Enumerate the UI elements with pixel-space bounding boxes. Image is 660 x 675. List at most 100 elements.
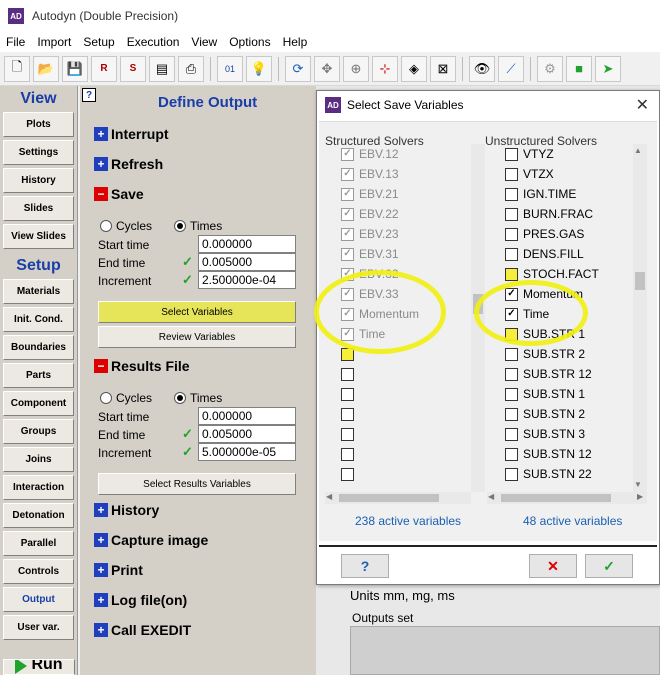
checkbox[interactable] — [505, 207, 518, 221]
scroll-up-icon[interactable]: ▲ — [634, 146, 642, 155]
structured-item[interactable] — [337, 424, 471, 444]
scroll-down-icon[interactable]: ▼ — [634, 480, 642, 489]
print-icon[interactable]: ⎙ — [178, 55, 204, 82]
structured-item[interactable]: ✓ EBV.12 — [337, 144, 471, 164]
section-save[interactable]: − Save — [94, 186, 144, 202]
checkbox[interactable] — [341, 347, 354, 361]
arrow-icon[interactable]: ➤ — [595, 55, 621, 82]
checkbox[interactable] — [505, 367, 518, 381]
checkbox[interactable]: ✓ — [341, 187, 354, 201]
save-start-time-field[interactable]: 0.000000 — [198, 235, 296, 253]
unstructured-item[interactable]: SUB.STN 2 — [501, 404, 633, 424]
section-results-file[interactable]: − Results File — [94, 358, 190, 374]
checkbox[interactable]: ✓ — [505, 307, 518, 321]
unstructured-item[interactable]: SUB.STN 12 — [501, 444, 633, 464]
checkbox[interactable] — [505, 407, 518, 421]
unstructured-item[interactable]: ✓ Momentum — [501, 284, 633, 304]
structured-item[interactable]: ✓ EBV.22 — [337, 204, 471, 224]
unstructured-item[interactable]: STOCH.FACT — [501, 264, 633, 284]
checkbox[interactable] — [505, 147, 518, 161]
dialog-help-button[interactable]: ? — [341, 554, 389, 578]
results-increment-field[interactable]: 5.000000e-05 — [198, 443, 296, 461]
nav-view-slides[interactable]: View Slides — [3, 224, 74, 249]
unstructured-scrollbar[interactable]: ▲ ▼ — [633, 144, 647, 492]
checkbox[interactable] — [505, 227, 518, 241]
unstructured-item[interactable]: VTYZ — [501, 144, 633, 164]
nav-interaction[interactable]: Interaction — [3, 475, 74, 500]
unstructured-item[interactable]: ✓ Time — [501, 304, 633, 324]
checkbox[interactable] — [341, 427, 354, 441]
checkbox[interactable]: ✓ — [341, 287, 354, 301]
nav-user-var[interactable]: User var. — [3, 615, 74, 640]
nav-groups[interactable]: Groups — [3, 419, 74, 444]
scroll-right-icon[interactable]: ▶ — [637, 492, 643, 501]
checkbox[interactable] — [341, 387, 354, 401]
axes-icon[interactable]: ⊹ — [372, 55, 398, 82]
unstructured-item[interactable]: BURN.FRAC — [501, 204, 633, 224]
structured-item[interactable]: ✓ Momentum — [337, 304, 471, 324]
nav-parts[interactable]: Parts — [3, 363, 74, 388]
checkbox[interactable] — [341, 407, 354, 421]
structured-item[interactable]: ✓ EBV.21 — [337, 184, 471, 204]
checkbox[interactable]: ✓ — [505, 287, 518, 301]
checkbox[interactable]: ✓ — [341, 267, 354, 281]
structured-item[interactable]: ✓ EBV.23 — [337, 224, 471, 244]
unstructured-hscrollbar[interactable]: ◀ ▶ — [487, 492, 647, 504]
menu-options[interactable]: Options — [229, 35, 270, 49]
unstructured-item[interactable]: SUB.STN 1 — [501, 384, 633, 404]
section-log-file[interactable]: + Log file(on) — [94, 592, 187, 608]
checkbox[interactable] — [505, 187, 518, 201]
save-model-icon[interactable]: ▤ — [149, 55, 175, 82]
section-call-exedit[interactable]: + Call EXEDIT — [94, 622, 191, 638]
select-results-variables-button[interactable]: Select Results Variables — [98, 473, 296, 495]
checkbox[interactable]: ✓ — [341, 247, 354, 261]
open-folder-icon[interactable]: 📂 — [33, 55, 59, 82]
move-icon[interactable]: ✥ — [314, 55, 340, 82]
close-icon[interactable]: ✕ — [636, 95, 649, 115]
gear-icon[interactable]: ⚙ — [537, 55, 563, 82]
section-refresh[interactable]: + Refresh — [94, 156, 163, 172]
binary-icon[interactable]: 01 — [217, 55, 243, 82]
save-icon[interactable]: 💾 — [62, 55, 88, 82]
checkbox[interactable]: ✓ — [341, 207, 354, 221]
checkbox[interactable] — [505, 247, 518, 261]
section-history[interactable]: + History — [94, 502, 159, 518]
checkbox[interactable]: ✓ — [341, 307, 354, 321]
refresh-icon[interactable]: ⟳ — [285, 55, 311, 82]
structured-item[interactable] — [337, 344, 471, 364]
structured-item[interactable]: ✓ EBV.33 — [337, 284, 471, 304]
structured-item[interactable] — [337, 464, 471, 484]
chart-icon[interactable]: ⟋ — [498, 55, 524, 82]
nav-materials[interactable]: Materials — [3, 279, 74, 304]
checkbox[interactable]: ✓ — [341, 147, 354, 161]
nav-history[interactable]: History — [3, 168, 74, 193]
nav-boundaries[interactable]: Boundaries — [3, 335, 74, 360]
nav-parallel[interactable]: Parallel — [3, 531, 74, 556]
review-variables-button[interactable]: Review Variables — [98, 326, 296, 348]
results-end-time-field[interactable]: 0.005000 — [198, 425, 296, 443]
run-button[interactable]: Run — [3, 659, 75, 675]
unstructured-item[interactable]: DENS.FILL — [501, 244, 633, 264]
section-interrupt[interactable]: + Interrupt — [94, 126, 169, 142]
nav-output[interactable]: Output — [3, 587, 74, 612]
structured-item[interactable] — [337, 444, 471, 464]
scroll-left-icon[interactable]: ◀ — [488, 492, 494, 501]
dialog-ok-button[interactable]: ✓ — [585, 554, 633, 578]
unstructured-item[interactable]: SUB.STR 12 — [501, 364, 633, 384]
unstructured-item[interactable]: VTZX — [501, 164, 633, 184]
menu-setup[interactable]: Setup — [83, 35, 114, 49]
unstructured-item[interactable]: IGN.TIME — [501, 184, 633, 204]
scroll-thumb[interactable] — [501, 494, 611, 502]
menu-view[interactable]: View — [191, 35, 217, 49]
structured-item[interactable]: ✓ EBV.32 — [337, 264, 471, 284]
select-variables-button[interactable]: Select Variables — [98, 301, 296, 323]
structured-item[interactable]: ✓ EBV.31 — [337, 244, 471, 264]
scroll-thumb[interactable] — [339, 494, 439, 502]
results-start-time-field[interactable]: 0.000000 — [198, 407, 296, 425]
checkbox[interactable] — [341, 447, 354, 461]
nav-controls[interactable]: Controls — [3, 559, 74, 584]
checkbox[interactable]: ✓ — [341, 167, 354, 181]
section-capture-image[interactable]: + Capture image — [94, 532, 208, 548]
save-end-time-field[interactable]: 0.005000 — [198, 253, 296, 271]
save-as-icon[interactable]: R — [91, 55, 117, 82]
